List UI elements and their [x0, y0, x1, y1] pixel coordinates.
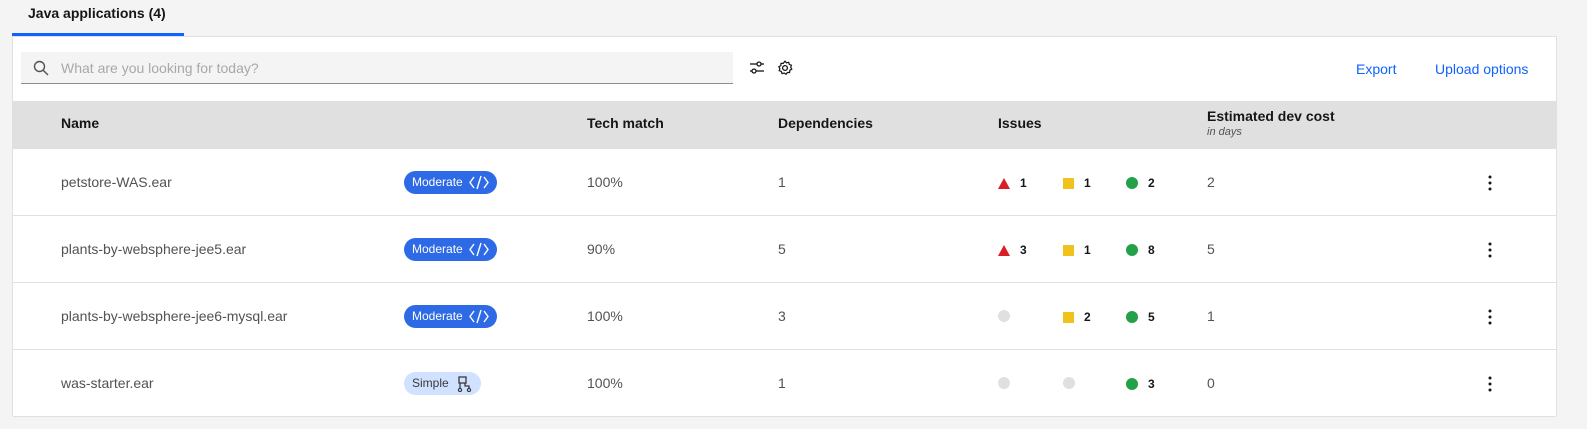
dev-cost: 0 — [1207, 375, 1215, 391]
dependencies-count: 1 — [778, 174, 786, 190]
overflow-menu-icon[interactable] — [1482, 374, 1498, 394]
table-row[interactable]: plants-by-websphere-jee5.ear Moderate 90… — [13, 216, 1556, 283]
flow-icon — [457, 375, 471, 392]
dependencies-count: 3 — [778, 308, 786, 324]
empty-circle-icon — [998, 377, 1010, 389]
search-box[interactable] — [21, 52, 733, 84]
complexity-tag: Moderate — [404, 238, 497, 261]
info-issues: 3 — [1126, 377, 1155, 391]
tech-match: 100% — [587, 174, 623, 190]
column-header-tech-match[interactable]: Tech match — [587, 115, 664, 131]
app-name[interactable]: was-starter.ear — [61, 375, 154, 391]
complexity-label: Moderate — [412, 175, 463, 189]
potential-issues — [1063, 377, 1085, 389]
critical-count: 1 — [1020, 176, 1027, 190]
circle-icon — [1126, 177, 1138, 189]
potential-count: 2 — [1084, 310, 1091, 324]
empty-circle-icon — [1063, 377, 1075, 389]
critical-count: 3 — [1020, 243, 1027, 257]
applications-panel: Export Upload options Name Tech match De… — [12, 36, 1557, 417]
square-icon — [1063, 244, 1074, 256]
code-icon — [468, 309, 489, 324]
tech-match: 100% — [587, 375, 623, 391]
upload-options-link[interactable]: Upload options — [1435, 61, 1528, 77]
info-count: 2 — [1148, 176, 1155, 190]
square-icon — [1063, 177, 1074, 189]
dependencies-count: 5 — [778, 241, 786, 257]
app-name[interactable]: plants-by-websphere-jee6-mysql.ear — [61, 308, 287, 324]
gear-icon[interactable] — [776, 59, 794, 77]
app-name[interactable]: petstore-WAS.ear — [61, 174, 172, 190]
info-issues: 8 — [1126, 243, 1155, 257]
dev-cost: 5 — [1207, 241, 1215, 257]
empty-circle-icon — [998, 310, 1010, 322]
triangle-icon — [998, 244, 1010, 256]
triangle-icon — [998, 177, 1010, 189]
column-header-dependencies[interactable]: Dependencies — [778, 115, 873, 131]
complexity-tag: Moderate — [404, 171, 497, 194]
tech-match: 90% — [587, 241, 616, 257]
potential-issues: 2 — [1063, 310, 1091, 324]
critical-issues — [998, 377, 1020, 389]
critical-issues — [998, 310, 1020, 322]
info-count: 8 — [1148, 243, 1155, 257]
table-row[interactable]: plants-by-websphere-jee6-mysql.ear Moder… — [13, 283, 1556, 350]
search-input[interactable] — [61, 52, 721, 84]
potential-issues: 1 — [1063, 176, 1091, 190]
column-header-cost-unit: in days — [1207, 126, 1242, 138]
overflow-menu-icon[interactable] — [1482, 240, 1498, 260]
code-icon — [468, 175, 489, 190]
critical-issues: 3 — [998, 243, 1027, 257]
circle-icon — [1126, 244, 1138, 256]
tech-match: 100% — [587, 308, 623, 324]
complexity-label: Moderate — [412, 242, 463, 256]
column-header-name[interactable]: Name — [61, 115, 99, 131]
dependencies-count: 1 — [778, 375, 786, 391]
table-row[interactable]: petstore-WAS.ear Moderate 100% 1 1 1 2 2 — [13, 149, 1556, 216]
circle-icon — [1126, 378, 1138, 390]
square-icon — [1063, 311, 1074, 323]
column-header-cost[interactable]: Estimated dev cost — [1207, 108, 1335, 124]
dev-cost: 2 — [1207, 174, 1215, 190]
tab-java-applications[interactable]: Java applications (4) — [12, 0, 184, 36]
potential-count: 1 — [1084, 176, 1091, 190]
dev-cost: 1 — [1207, 308, 1215, 324]
overflow-menu-icon[interactable] — [1482, 307, 1498, 327]
table-toolbar: Export Upload options — [13, 37, 1556, 101]
complexity-label: Simple — [412, 376, 449, 390]
info-issues: 5 — [1126, 310, 1155, 324]
circle-icon — [1126, 311, 1138, 323]
column-header-issues[interactable]: Issues — [998, 115, 1042, 131]
complexity-label: Moderate — [412, 309, 463, 323]
complexity-tag: Moderate — [404, 305, 497, 328]
code-icon — [468, 242, 489, 257]
table-row[interactable]: was-starter.ear Simple 100% 1 3 0 — [13, 350, 1556, 417]
table-header: Name Tech match Dependencies Issues Esti… — [13, 101, 1556, 149]
potential-issues: 1 — [1063, 243, 1091, 257]
potential-count: 1 — [1084, 243, 1091, 257]
complexity-tag: Simple — [404, 372, 481, 395]
sliders-icon[interactable] — [748, 59, 766, 77]
app-name[interactable]: plants-by-websphere-jee5.ear — [61, 241, 246, 257]
search-icon — [33, 60, 49, 76]
info-count: 3 — [1148, 377, 1155, 391]
info-issues: 2 — [1126, 176, 1155, 190]
info-count: 5 — [1148, 310, 1155, 324]
overflow-menu-icon[interactable] — [1482, 173, 1498, 193]
export-link[interactable]: Export — [1356, 61, 1396, 77]
critical-issues: 1 — [998, 176, 1027, 190]
